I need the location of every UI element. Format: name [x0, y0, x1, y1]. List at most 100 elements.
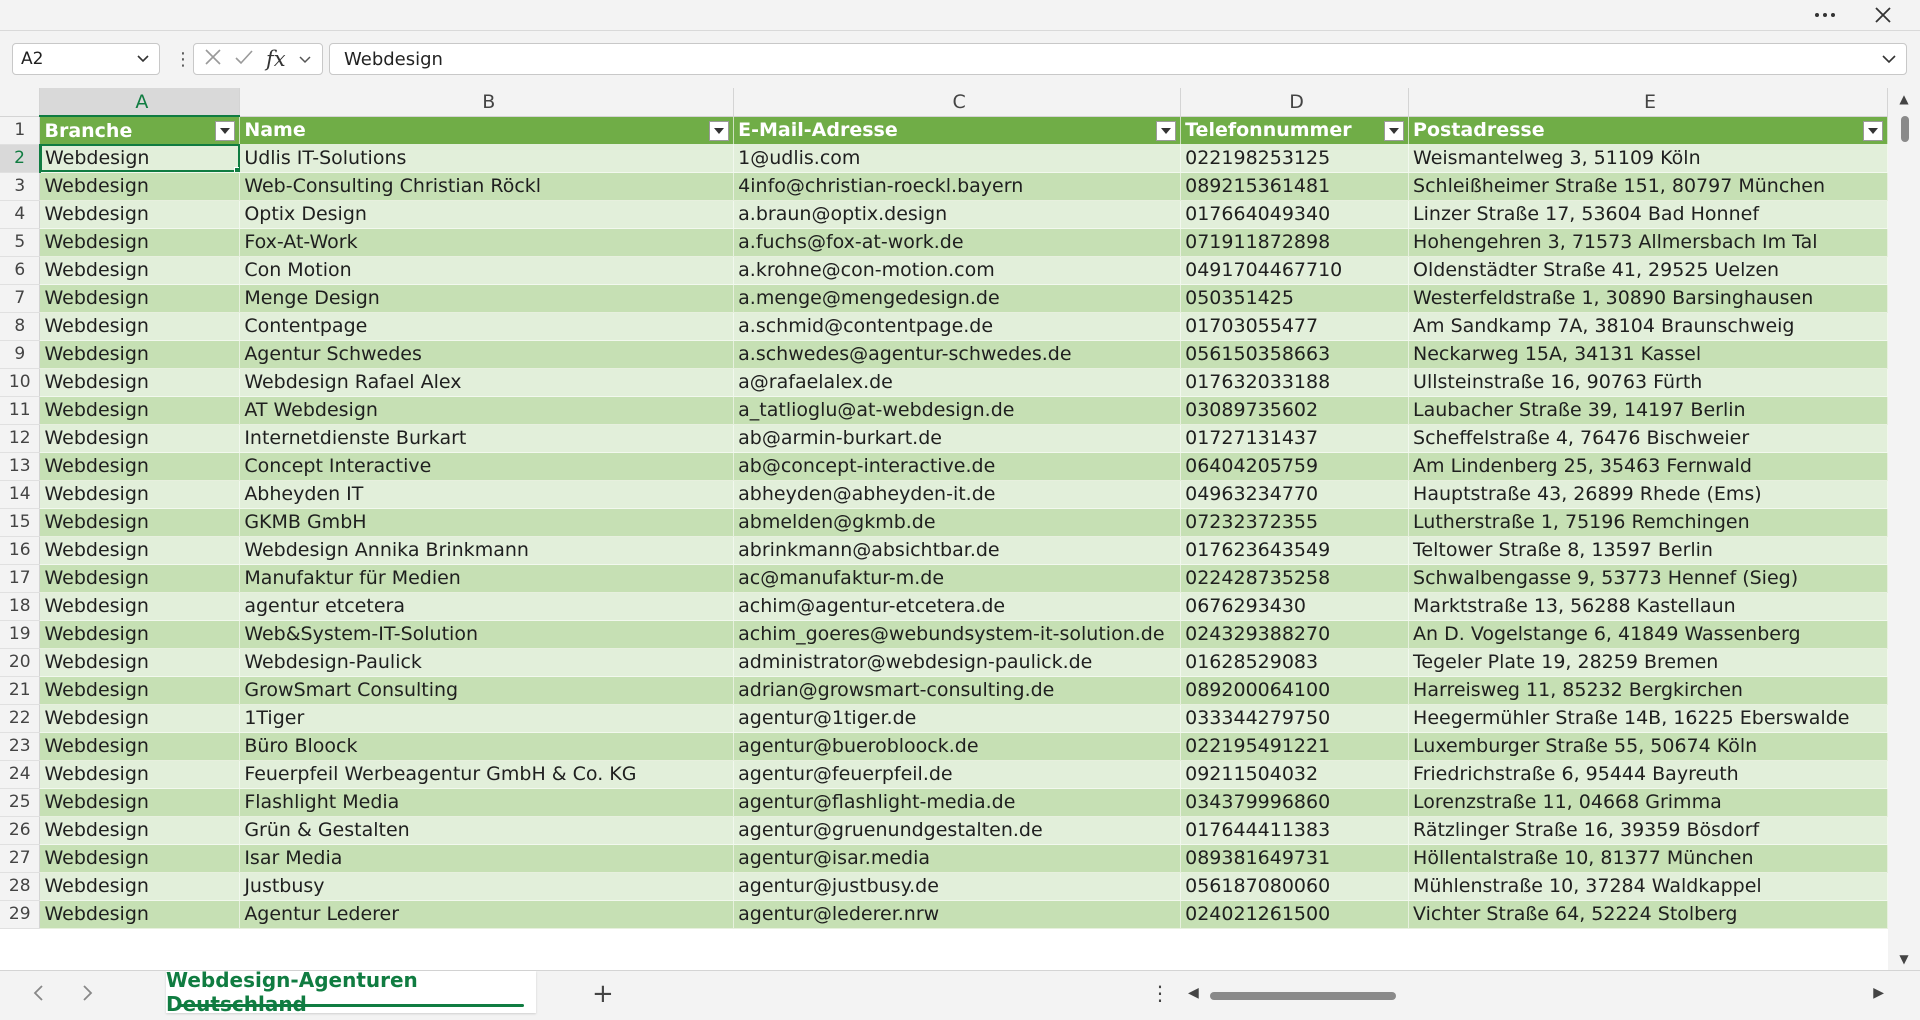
- row-header[interactable]: 15: [0, 508, 41, 537]
- cell-branche[interactable]: Webdesign: [39, 900, 241, 929]
- cell-email[interactable]: agentur@lederer.nrw: [733, 900, 1182, 929]
- cell-postadresse[interactable]: Harreisweg 11, 85232 Bergkirchen: [1408, 676, 1888, 705]
- cell-branche[interactable]: Webdesign: [39, 172, 241, 201]
- cell-email[interactable]: a.schmid@contentpage.de: [733, 312, 1182, 341]
- row-header[interactable]: 17: [0, 564, 41, 593]
- cell-telefon[interactable]: 03089735602: [1180, 396, 1410, 425]
- more-horizontal-icon[interactable]: [1802, 0, 1848, 30]
- cell-telefon[interactable]: 022428735258: [1180, 564, 1410, 593]
- cell-name[interactable]: Optix Design: [239, 200, 735, 229]
- chevron-right-icon[interactable]: [80, 983, 94, 1007]
- cell-email[interactable]: agentur@1tiger.de: [733, 704, 1182, 733]
- cell-email[interactable]: 4info@christian-roeckl.bayern: [733, 172, 1182, 201]
- more-vertical-icon[interactable]: ⋮: [174, 49, 192, 70]
- cell-branche[interactable]: Webdesign: [39, 200, 241, 229]
- cell-name[interactable]: Flashlight Media: [239, 788, 735, 817]
- cell-email[interactable]: a@rafaelalex.de: [733, 368, 1182, 397]
- cell-name[interactable]: Udlis IT-Solutions: [239, 144, 735, 173]
- cell-name[interactable]: Agentur Schwedes: [239, 340, 735, 369]
- cell-postadresse[interactable]: Teltower Straße 8, 13597 Berlin: [1408, 536, 1888, 565]
- cell-name[interactable]: Manufaktur für Medien: [239, 564, 735, 593]
- cell-name[interactable]: Feuerpfeil Werbeagentur GmbH & Co. KG: [239, 760, 735, 789]
- cell-email[interactable]: abmelden@gkmb.de: [733, 508, 1182, 537]
- cell-branche[interactable]: Webdesign: [39, 536, 241, 565]
- cell-email[interactable]: ab@concept-interactive.de: [733, 452, 1182, 481]
- chevron-down-icon[interactable]: [135, 50, 151, 71]
- cell-email[interactable]: a.schwedes@agentur-schwedes.de: [733, 340, 1182, 369]
- cell-postadresse[interactable]: Am Lindenberg 25, 35463 Fernwald: [1408, 452, 1888, 481]
- cell-postadresse[interactable]: Oldenstädter Straße 41, 29525 Uelzen: [1408, 256, 1888, 285]
- cell-telefon[interactable]: 04963234770: [1180, 480, 1410, 509]
- cell-name[interactable]: Web&System-IT-Solution: [239, 620, 735, 649]
- row-header[interactable]: 28: [0, 872, 41, 901]
- vertical-scrollbar[interactable]: ▲ ▼: [1888, 88, 1920, 970]
- cell-name[interactable]: Webdesign Rafael Alex: [239, 368, 735, 397]
- insert-function-button[interactable]: fx: [266, 47, 286, 71]
- cell-postadresse[interactable]: Schleißheimer Straße 151, 80797 München: [1408, 172, 1888, 201]
- cell-email[interactable]: ac@manufaktur-m.de: [733, 564, 1182, 593]
- row-header[interactable]: 7: [0, 284, 41, 313]
- cell-branche[interactable]: Webdesign: [39, 844, 241, 873]
- select-all-corner[interactable]: [0, 88, 41, 117]
- row-header[interactable]: 1: [0, 116, 41, 145]
- cell-email[interactable]: achim@agentur-etcetera.de: [733, 592, 1182, 621]
- name-box[interactable]: A2: [12, 43, 160, 75]
- sheet-tab-active[interactable]: Webdesign-Agenturen Deutschland: [166, 968, 536, 1016]
- row-header[interactable]: 26: [0, 816, 41, 845]
- filter-dropdown-icon[interactable]: [1384, 120, 1405, 141]
- cell-branche[interactable]: Webdesign: [39, 620, 241, 649]
- cell-postadresse[interactable]: Vichter Straße 64, 52224 Stolberg: [1408, 900, 1888, 929]
- cell-branche[interactable]: Webdesign: [39, 872, 241, 901]
- row-header[interactable]: 14: [0, 480, 41, 509]
- expand-formula-bar-icon[interactable]: [1880, 50, 1898, 73]
- cell-name[interactable]: Webdesign-Paulick: [239, 648, 735, 677]
- cell-branche[interactable]: Webdesign: [39, 256, 241, 285]
- fill-handle[interactable]: [234, 166, 239, 171]
- row-header[interactable]: 5: [0, 228, 41, 257]
- row-header[interactable]: 12: [0, 424, 41, 453]
- vertical-scroll-thumb[interactable]: [1901, 116, 1909, 142]
- cell-branche[interactable]: Webdesign: [39, 676, 241, 705]
- checkmark-icon[interactable]: [234, 47, 254, 71]
- cell-name[interactable]: Abheyden IT: [239, 480, 735, 509]
- cell-postadresse[interactable]: Schwalbengasse 9, 53773 Hennef (Sieg): [1408, 564, 1888, 593]
- scroll-left-icon[interactable]: ◀: [1188, 985, 1199, 1001]
- cell-telefon[interactable]: 01703055477: [1180, 312, 1410, 341]
- cell-branche[interactable]: Webdesign: [39, 508, 241, 537]
- cell-name[interactable]: 1Tiger: [239, 704, 735, 733]
- cell-branche[interactable]: Webdesign: [39, 228, 241, 257]
- cell-name[interactable]: GKMB GmbH: [239, 508, 735, 537]
- cell-branche[interactable]: Webdesign: [39, 592, 241, 621]
- row-header[interactable]: 23: [0, 732, 41, 761]
- header-cell-branche[interactable]: Branche: [39, 116, 241, 144]
- cell-name[interactable]: Grün & Gestalten: [239, 816, 735, 845]
- cell-telefon[interactable]: 017632033188: [1180, 368, 1410, 397]
- cell-email[interactable]: administrator@webdesign-paulick.de: [733, 648, 1182, 677]
- filter-dropdown-icon[interactable]: [1863, 120, 1883, 141]
- row-header[interactable]: 3: [0, 172, 41, 201]
- cell-name[interactable]: Fox-At-Work: [239, 228, 735, 257]
- cell-postadresse[interactable]: Tegeler Plate 19, 28259 Bremen: [1408, 648, 1888, 677]
- cell-name[interactable]: Isar Media: [239, 844, 735, 873]
- cell-postadresse[interactable]: Mühlenstraße 10, 37284 Waldkappel: [1408, 872, 1888, 901]
- cancel-x-icon[interactable]: [204, 47, 222, 71]
- horizontal-scrollbar[interactable]: ◀ ▶: [1188, 985, 1884, 1005]
- horizontal-scroll-thumb[interactable]: [1210, 992, 1396, 1000]
- cell-name[interactable]: Web-Consulting Christian Röckl: [239, 172, 735, 201]
- row-header[interactable]: 22: [0, 704, 41, 733]
- row-header[interactable]: 6: [0, 256, 41, 285]
- cell-postadresse[interactable]: Weismantelweg 3, 51109 Köln: [1408, 144, 1888, 173]
- cell-postadresse[interactable]: Heegermühler Straße 14B, 16225 Eberswald…: [1408, 704, 1888, 733]
- cell-email[interactable]: agentur@feuerpfeil.de: [733, 760, 1182, 789]
- cell-branche[interactable]: Webdesign: [39, 424, 241, 453]
- cell-postadresse[interactable]: Scheffelstraße 4, 76476 Bischweier: [1408, 424, 1888, 453]
- filter-dropdown-icon[interactable]: [215, 121, 236, 141]
- cell-name[interactable]: Justbusy: [239, 872, 735, 901]
- cell-branche[interactable]: Webdesign: [39, 312, 241, 341]
- row-header[interactable]: 16: [0, 536, 41, 565]
- cell-telefon[interactable]: 01727131437: [1180, 424, 1410, 453]
- scroll-up-icon[interactable]: ▲: [1896, 92, 1912, 106]
- cell-branche[interactable]: Webdesign: [39, 480, 241, 509]
- filter-dropdown-icon[interactable]: [709, 120, 730, 141]
- cell-telefon[interactable]: 0676293430: [1180, 592, 1410, 621]
